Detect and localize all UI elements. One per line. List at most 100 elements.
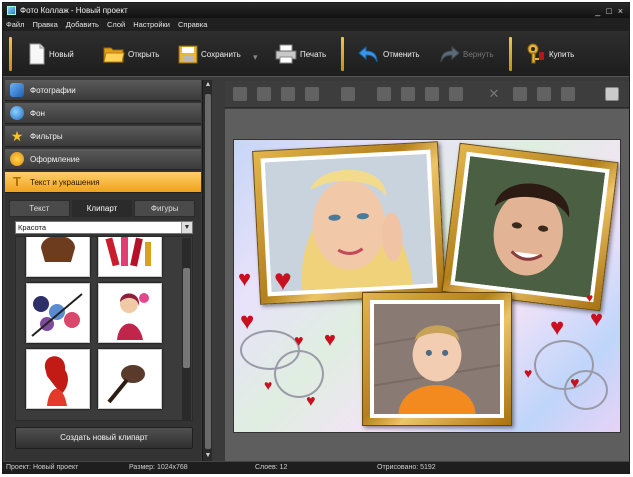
rotate-left-icon[interactable] xyxy=(377,87,391,101)
print-button[interactable]: Печать xyxy=(275,40,326,68)
open-button[interactable]: Открыть xyxy=(103,40,159,68)
menu-bar: Файл Правка Добавить Слой Настройки Спра… xyxy=(3,18,629,31)
chevron-down-icon[interactable]: ▼ xyxy=(181,222,192,233)
heart-decoration: ♥ xyxy=(294,333,304,350)
heart-decoration: ♥ xyxy=(570,375,580,392)
heart-decoration: ♥ xyxy=(274,264,292,297)
swirl-ornament xyxy=(274,350,324,398)
status-layers: Слоев: 12 xyxy=(255,464,288,471)
globe-icon xyxy=(10,106,24,120)
save-label: Сохранить xyxy=(201,49,241,59)
send-backward-icon[interactable] xyxy=(281,87,295,101)
lipstick-clipart-image xyxy=(105,237,151,267)
category-label: Текст и украшения xyxy=(30,177,100,187)
undo-button[interactable]: Отменить xyxy=(358,40,420,68)
lock-icon[interactable] xyxy=(561,87,575,101)
title-bar: Фото Коллаж - Новый проект _ □ × xyxy=(3,3,629,18)
tab-clipart[interactable]: Клипарт xyxy=(71,200,133,217)
bring-forward-icon[interactable] xyxy=(257,87,271,101)
heart-decoration: ♥ xyxy=(524,365,533,381)
heart-decoration: ♥ xyxy=(306,393,316,410)
heart-decoration: ♥ xyxy=(238,266,252,291)
clipart-thumbnail[interactable] xyxy=(26,283,90,343)
menu-help[interactable]: Справка xyxy=(175,20,212,29)
heart-decoration: ♥ xyxy=(550,314,565,341)
page-icon[interactable] xyxy=(605,87,619,101)
redhead-clipart-image xyxy=(44,356,68,406)
scroll-up-icon[interactable]: ▲ xyxy=(203,80,213,90)
main-toolbar: Новый Открыть Сохранить ▾ Печать Отменит… xyxy=(3,31,629,77)
tab-text[interactable]: Текст xyxy=(9,200,70,217)
properties-gear-icon[interactable] xyxy=(537,87,551,101)
menu-add[interactable]: Добавить xyxy=(63,20,104,29)
align-icon[interactable] xyxy=(341,87,355,101)
crop-icon[interactable] xyxy=(513,87,527,101)
toolbar-separator xyxy=(341,37,344,71)
heart-decoration: ♥ xyxy=(586,291,594,305)
category-filters[interactable]: ★ Фильтры xyxy=(5,126,201,147)
minimize-button[interactable]: _ xyxy=(595,6,600,16)
open-label: Открыть xyxy=(128,49,160,59)
left-panel: Фотографии Фон ★ Фильтры Оформление T Те… xyxy=(5,80,201,461)
clipart-thumbnail[interactable] xyxy=(26,349,90,409)
send-to-back-icon[interactable] xyxy=(305,87,319,101)
photo-frame-baby[interactable] xyxy=(362,292,512,426)
clipart-gallery xyxy=(15,236,193,421)
undo-arrow-icon xyxy=(358,45,378,63)
delete-icon[interactable]: ✕ xyxy=(487,87,501,101)
clipart-thumbnail[interactable] xyxy=(98,349,162,409)
create-clipart-button[interactable]: Создать новый клипарт xyxy=(15,427,193,449)
photo-frame-man[interactable] xyxy=(441,142,619,312)
menu-edit[interactable]: Правка xyxy=(29,20,62,29)
menu-layer[interactable]: Слой xyxy=(104,20,130,29)
collage-canvas[interactable]: ♥ ♥ ♥ ♥ ♥ ♥ ♥ ♥ ♥ ♥ ♥ ♥ xyxy=(233,139,621,433)
clipart-category-select[interactable]: Красота ▼ xyxy=(15,221,193,234)
status-size: Размер: 1024x768 xyxy=(129,464,188,471)
redo-arrow-icon xyxy=(440,45,460,63)
flip-horizontal-icon[interactable] xyxy=(425,87,439,101)
rotate-right-icon[interactable] xyxy=(401,87,415,101)
new-button[interactable]: Новый xyxy=(28,40,74,68)
clipart-thumbnail[interactable] xyxy=(98,237,162,277)
star-icon: ★ xyxy=(10,128,24,144)
category-text-decorations[interactable]: T Текст и украшения xyxy=(5,172,201,193)
left-panel-scroll-thumb[interactable] xyxy=(205,94,211,449)
status-rendered: Отрисовано: 5192 xyxy=(377,464,436,471)
status-project: Проект: Новый проект xyxy=(6,464,79,471)
gallery-scroll-thumb[interactable] xyxy=(183,268,190,368)
clipart-thumbnail[interactable] xyxy=(98,283,162,343)
window-controls: _ □ × xyxy=(595,6,629,16)
clipart-thumbnail[interactable] xyxy=(26,237,90,277)
toolbar-separator xyxy=(9,37,12,71)
menu-settings[interactable]: Настройки xyxy=(130,20,175,29)
woman-clipart-image xyxy=(41,237,75,262)
category-background[interactable]: Фон xyxy=(5,103,201,124)
app-window: Фото Коллаж - Новый проект _ □ × Файл Пр… xyxy=(2,2,630,474)
redo-label: Вернуть xyxy=(463,49,494,59)
edit-toolbar: ✕ xyxy=(225,81,629,108)
bring-to-front-icon[interactable] xyxy=(233,87,247,101)
folder-open-icon xyxy=(103,47,125,63)
buy-button[interactable]: Купить xyxy=(526,40,574,68)
brush-clipart-image xyxy=(107,365,145,404)
left-panel-scrollbar[interactable]: ▲ ▼ xyxy=(202,80,212,461)
heart-decoration: ♥ xyxy=(264,377,273,393)
save-button[interactable]: Сохранить xyxy=(178,40,241,68)
buy-label: Купить xyxy=(549,49,575,59)
close-button[interactable]: × xyxy=(618,6,623,16)
new-document-icon xyxy=(29,43,45,65)
baby-photo xyxy=(373,304,501,414)
toolbar-dropdown-icon[interactable]: ▾ xyxy=(253,52,258,63)
scroll-down-icon[interactable]: ▼ xyxy=(203,451,213,461)
redo-button[interactable]: Вернуть xyxy=(438,40,493,68)
flip-vertical-icon[interactable] xyxy=(449,87,463,101)
category-label: Фон xyxy=(30,108,45,118)
maximize-button[interactable]: □ xyxy=(606,6,611,16)
category-decoration[interactable]: Оформление xyxy=(5,149,201,170)
tab-shapes[interactable]: Фигуры xyxy=(134,200,196,217)
menu-file[interactable]: Файл xyxy=(3,20,29,29)
category-photos[interactable]: Фотографии xyxy=(5,80,201,101)
gallery-scrollbar[interactable] xyxy=(182,238,191,420)
man-photo xyxy=(454,156,606,298)
select-value: Красота xyxy=(18,223,47,232)
